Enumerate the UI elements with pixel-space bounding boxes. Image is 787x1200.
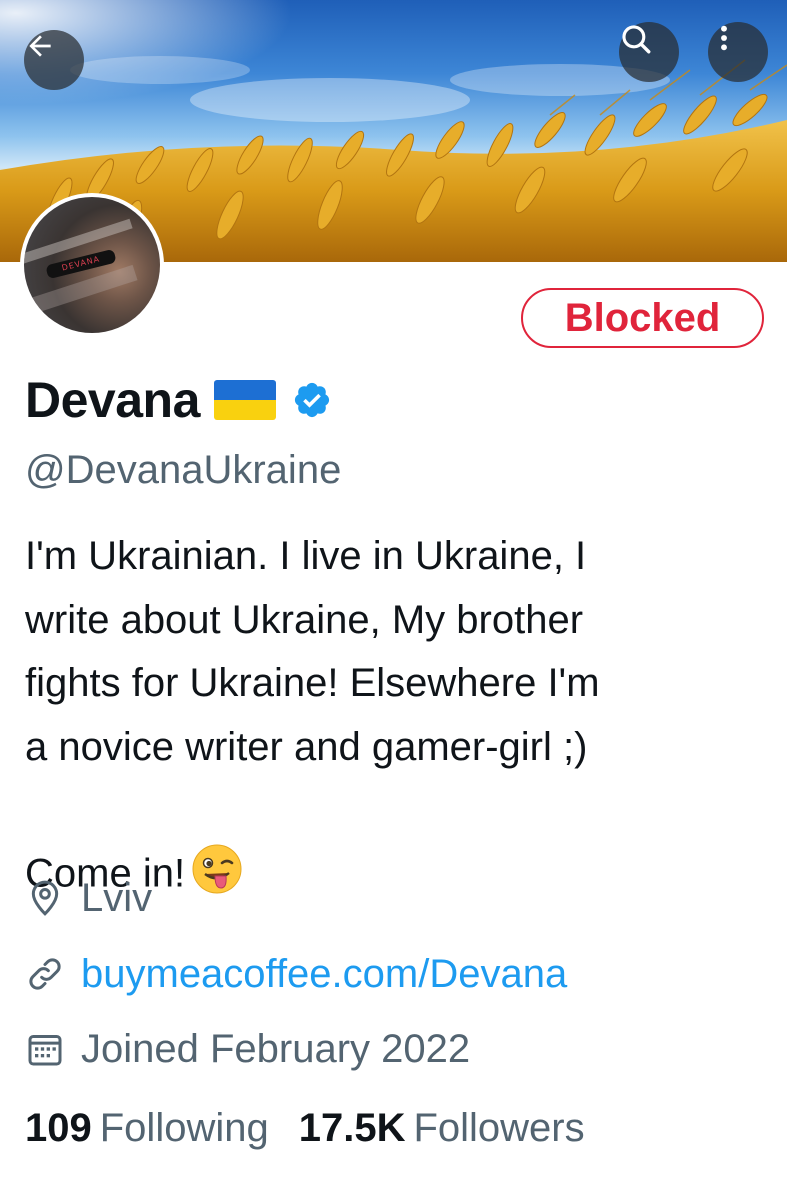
joined-row: Joined February 2022 [25,1024,470,1074]
bio: I'm Ukrainian. I live in Ukraine, I writ… [25,525,765,914]
avatar-hair-streak [24,264,138,318]
blocked-button[interactable]: Blocked [521,288,764,348]
arrow-left-icon [29,35,51,57]
following-label: Following [99,1106,269,1150]
display-name: Devana [25,372,200,428]
following-link[interactable]: 109 Following [25,1106,269,1151]
follow-counts: 109 Following 17.5K Followers [25,1106,585,1161]
followers-count: 17.5K [298,1106,406,1150]
avatar[interactable]: DEVANA [20,193,164,337]
followers-label: Followers [413,1106,585,1150]
more-options-button[interactable] [708,22,768,82]
link-icon [29,958,61,990]
website-row: buymeacoffee.com/Devana [25,949,567,999]
verified-badge-icon[interactable] [292,380,332,420]
ukraine-flag-icon [213,380,276,420]
back-button[interactable] [24,30,84,90]
user-handle: @DevanaUkraine [25,448,342,492]
search-button[interactable] [619,22,679,82]
followers-link[interactable]: 17.5K Followers [299,1106,585,1151]
joined-text: Joined February 2022 [81,1026,471,1071]
more-vertical-icon [721,25,727,51]
avatar-photo: DEVANA [24,197,160,333]
bio-text: I'm Ukrainian. I live in Ukraine, I writ… [25,534,600,896]
location-row: Lviv [25,873,152,923]
profile-page: DEVANA Blocked Devana @DevanaUkraine I'm… [0,0,787,1200]
winking-tongue-emoji [191,779,243,914]
website-link[interactable]: buymeacoffee.com/Devana [81,952,567,997]
following-count: 109 [25,1106,92,1150]
location-text: Lviv [81,875,153,920]
search-icon [622,25,651,54]
calendar-icon [28,1035,62,1066]
display-name-row: Devana [25,370,332,430]
location-pin-icon [31,880,59,916]
